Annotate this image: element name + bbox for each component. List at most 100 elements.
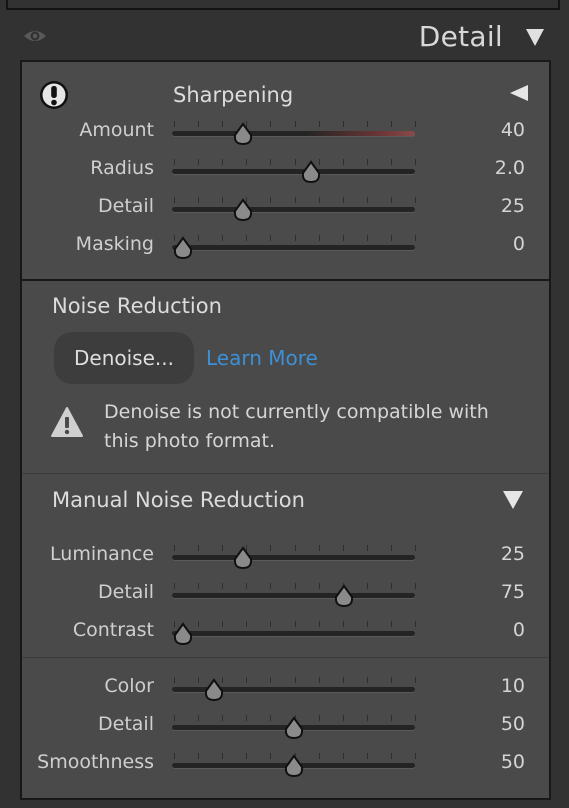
detail-panel: Sharpening Amount 40 Radius 2.0 Detail 2… [20, 60, 551, 800]
manual-noise-reduction-title[interactable]: Manual Noise Reduction [52, 488, 305, 512]
color-detail-slider[interactable] [172, 713, 417, 743]
slider-tick [174, 197, 175, 203]
slider-tick [270, 159, 271, 165]
slider-thumb[interactable] [283, 716, 305, 740]
warning-triangle-icon [51, 407, 83, 437]
slider-tick [222, 545, 223, 551]
slider-track[interactable] [172, 207, 415, 212]
slider-ticks [172, 583, 416, 589]
slider-tick [415, 159, 416, 165]
slider-tick [198, 121, 199, 127]
slider-tick [198, 621, 199, 627]
slider-track[interactable] [172, 131, 415, 136]
slider-tick [343, 159, 344, 165]
top-frame [6, 0, 560, 10]
triangle-down-icon[interactable] [502, 490, 524, 510]
slider-value[interactable]: 25 [501, 195, 525, 217]
slider-tick [319, 197, 320, 203]
slider-thumb[interactable] [283, 754, 305, 778]
slider-label: Radius [90, 157, 154, 179]
slider-thumb[interactable] [232, 546, 254, 570]
slider-tick [222, 583, 223, 589]
slider-row-luminance-detail: Detail 75 [22, 581, 549, 611]
slider-tick [319, 121, 320, 127]
slider-row-luminance: Luminance 25 [22, 543, 549, 573]
triangle-down-icon[interactable] [525, 27, 545, 47]
slider-thumb[interactable] [172, 236, 194, 260]
slider-tick [246, 621, 247, 627]
slider-value[interactable]: 2.0 [495, 157, 525, 179]
slider-value[interactable]: 0 [513, 233, 525, 255]
slider-thumb[interactable] [232, 198, 254, 222]
slider-track[interactable] [172, 245, 415, 250]
contrast-slider[interactable] [172, 619, 417, 649]
slider-tick [198, 159, 199, 165]
slider-label: Masking [75, 233, 154, 255]
slider-tick [367, 715, 368, 721]
slider-tick [270, 583, 271, 589]
slider-tick [367, 197, 368, 203]
slider-value[interactable]: 10 [501, 675, 525, 697]
slider-tick [295, 235, 296, 241]
slider-tick [270, 545, 271, 551]
slider-ticks [172, 621, 416, 627]
radius-slider[interactable] [172, 157, 417, 187]
slider-tick [246, 583, 247, 589]
triangle-left-icon[interactable] [509, 84, 529, 102]
amount-slider[interactable] [172, 119, 417, 149]
slider-value[interactable]: 75 [501, 581, 525, 603]
exclamation-circle-icon[interactable] [39, 80, 69, 110]
panel-title[interactable]: Detail [419, 20, 503, 53]
denoise-button[interactable]: Denoise... [54, 332, 194, 384]
detail-slider[interactable] [172, 195, 417, 225]
slider-ticks [172, 159, 416, 165]
slider-row-masking: Masking 0 [22, 233, 549, 263]
slider-tick [270, 677, 271, 683]
masking-slider[interactable] [172, 233, 417, 263]
slider-ticks [172, 121, 416, 127]
learn-more-link[interactable]: Learn More [206, 346, 318, 370]
slider-value[interactable]: 50 [501, 751, 525, 773]
slider-thumb[interactable] [333, 584, 355, 608]
slider-tick [198, 197, 199, 203]
slider-thumb[interactable] [232, 122, 254, 146]
slider-tick [270, 235, 271, 241]
slider-tick [174, 753, 175, 759]
slider-track[interactable] [172, 631, 415, 636]
slider-tick [295, 583, 296, 589]
slider-value[interactable]: 40 [501, 119, 525, 141]
slider-row-smoothness: Smoothness 50 [22, 751, 549, 781]
slider-tick [246, 715, 247, 721]
luminance-slider[interactable] [172, 543, 417, 573]
slider-tick [198, 715, 199, 721]
slider-track[interactable] [172, 555, 415, 560]
slider-value[interactable]: 50 [501, 713, 525, 735]
slider-thumb[interactable] [203, 678, 225, 702]
slider-thumb[interactable] [300, 160, 322, 184]
eye-icon[interactable] [22, 26, 48, 46]
slider-thumb[interactable] [172, 622, 194, 646]
slider-label: Detail [98, 581, 154, 603]
smoothness-slider[interactable] [172, 751, 417, 781]
slider-row-color: Color 10 [22, 675, 549, 705]
slider-tick [415, 545, 416, 551]
slider-tick [295, 677, 296, 683]
slider-tick [391, 235, 392, 241]
slider-label: Luminance [50, 543, 154, 565]
section-divider [22, 657, 549, 658]
slider-ticks [172, 545, 416, 551]
slider-tick [246, 753, 247, 759]
sharpening-section: Sharpening Amount 40 Radius 2.0 Detail 2… [22, 62, 549, 281]
slider-value[interactable]: 25 [501, 543, 525, 565]
slider-tick [367, 159, 368, 165]
slider-tick [222, 121, 223, 127]
sharpening-title[interactable]: Sharpening [173, 83, 293, 107]
slider-tick [415, 753, 416, 759]
luminance-detail-slider[interactable] [172, 581, 417, 611]
slider-tick [415, 121, 416, 127]
slider-value[interactable]: 0 [513, 619, 525, 641]
slider-track[interactable] [172, 593, 415, 598]
color-slider[interactable] [172, 675, 417, 705]
slider-tick [295, 621, 296, 627]
slider-track[interactable] [172, 169, 415, 174]
